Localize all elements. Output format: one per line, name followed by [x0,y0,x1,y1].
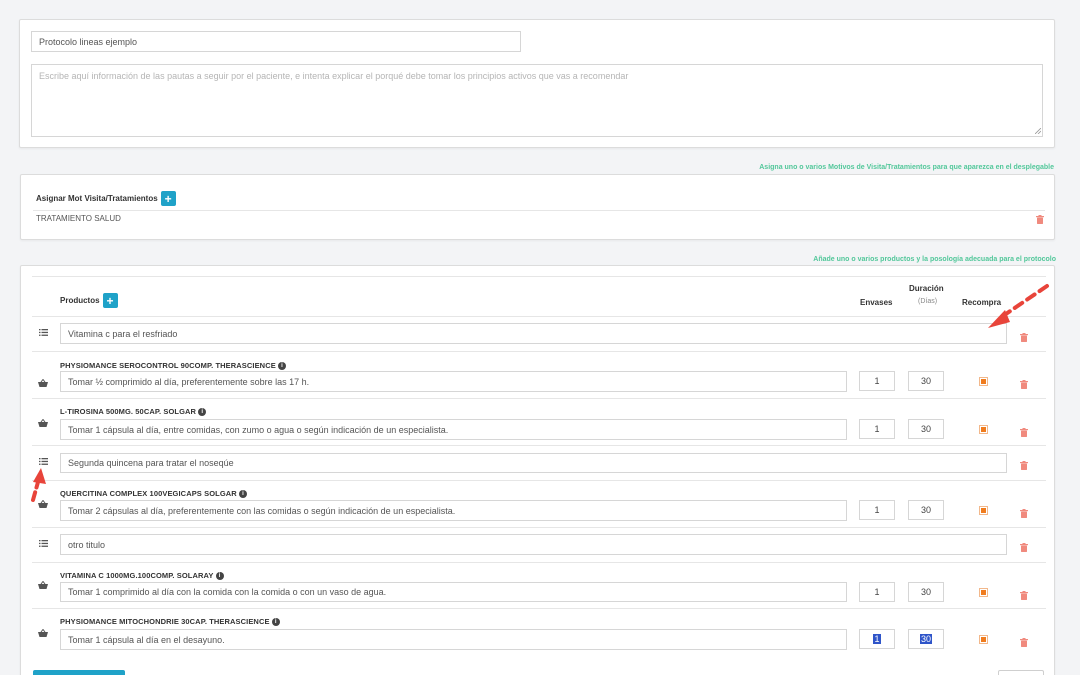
divider [32,276,1046,277]
col-duracion-header: Duración [909,284,944,293]
title-row-input[interactable]: otro titulo [60,534,1007,555]
info-icon[interactable]: i [215,572,224,581]
product-name: PHYSIOMANCE MITOCHONDRIE 30CAP. THERASCI… [60,617,280,627]
productos-title: Productos [60,296,100,305]
duracion-input[interactable]: 30 [908,629,944,649]
title-row-input[interactable]: Segunda quincena para tratar el noseqúe [60,453,1007,473]
duracion-input[interactable]: 30 [908,419,944,439]
motivos-title: Asignar Mot Visita/Tratamientos [36,194,158,203]
add-producto-button[interactable]: + [102,293,118,308]
productos-hint: Añade uno o varios productos y la posolo… [813,256,1056,263]
title-row-input[interactable]: Vitamina c para el resfriado [60,323,1007,344]
trash-icon[interactable] [1020,638,1028,647]
duracion-input[interactable]: 30 [908,582,944,602]
basket-icon [38,379,48,387]
col-envases-header: Envases [860,298,893,307]
recompra-checkbox[interactable] [979,635,988,644]
info-icon[interactable]: i [271,618,280,627]
dosage-input[interactable]: Tomar 1 cápsula al día, entre comidas, c… [60,419,847,440]
motivos-hint: Asigna uno o varios Motivos de Visita/Tr… [759,164,1054,171]
envases-input[interactable]: 1 [859,419,895,439]
protocol-card: Protocolo lineas ejemplo Escribe aquí in… [19,19,1055,148]
divider [32,562,1046,563]
divider [32,398,1046,399]
envases-input[interactable]: 1 [859,371,895,391]
envases-input[interactable]: 1 [859,582,895,602]
dosage-input[interactable]: Tomar ½ comprimido al día, preferentemen… [60,371,847,392]
motivos-card: Asignar Mot Visita/Tratamientos + TRATAM… [20,174,1055,240]
dosage-input[interactable]: Tomar 1 comprimido al día con la comida … [60,582,847,602]
secondary-button[interactable] [998,670,1044,675]
dosage-input[interactable]: Tomar 1 cápsula al día en el desayuno. [60,629,847,650]
product-name: L-TIROSINA 500MG. 50CAP. SOLGAR i [60,407,207,417]
envases-input[interactable]: 1 [859,500,895,520]
add-motivo-button[interactable]: + [160,191,176,206]
textarea-resize-handle[interactable] [1035,128,1041,134]
trash-icon[interactable] [1020,428,1028,437]
trash-icon[interactable] [1020,543,1028,552]
annotation-arrow-left [31,468,46,502]
duracion-input[interactable]: 30 [908,500,944,520]
productos-header: Productos + [60,293,118,308]
trash-icon[interactable] [1020,333,1028,342]
product-name: PHYSIOMANCE SEROCONTROL 90COMP. THERASCI… [60,361,287,371]
info-icon[interactable]: i [278,362,287,371]
trash-icon[interactable] [1036,215,1044,224]
divider [33,210,1045,211]
list-icon[interactable] [39,540,48,547]
recompra-checkbox[interactable] [979,377,988,386]
trash-icon[interactable] [1020,591,1028,600]
motivo-item-label: TRATAMIENTO SALUD [36,214,121,223]
protocol-name-input[interactable]: Protocolo lineas ejemplo [31,31,521,52]
recompra-checkbox[interactable] [979,588,988,597]
info-icon[interactable]: i [198,408,207,417]
basket-icon [38,581,48,589]
annotation-arrow-right [988,284,1049,328]
divider [32,480,1046,481]
save-button[interactable] [33,670,125,675]
duracion-input[interactable]: 30 [908,371,944,391]
info-icon[interactable]: i [238,490,247,499]
divider [32,445,1046,446]
trash-icon[interactable] [1020,461,1028,470]
basket-icon [38,419,48,427]
trash-icon[interactable] [1020,380,1028,389]
col-duracion-sub: (Días) [918,298,938,305]
divider [32,527,1046,528]
list-icon[interactable] [39,329,48,336]
recompra-checkbox[interactable] [979,506,988,515]
product-name: QUERCITINA COMPLEX 100VEGICAPS SOLGAR i [60,489,247,499]
motivos-header: Asignar Mot Visita/Tratamientos + [36,191,176,206]
divider [32,608,1046,609]
trash-icon[interactable] [1020,509,1028,518]
protocol-description-textarea[interactable]: Escribe aquí información de las pautas a… [31,64,1043,137]
envases-input[interactable]: 1 [859,629,895,649]
basket-icon [38,629,48,637]
divider [32,316,1046,317]
divider [32,351,1046,352]
recompra-checkbox[interactable] [979,425,988,434]
product-name: VITAMINA C 1000MG.100COMP. SOLARAY i [60,571,224,581]
dosage-input[interactable]: Tomar 2 cápsulas al día, preferentemente… [60,500,847,521]
list-icon[interactable] [39,458,48,465]
